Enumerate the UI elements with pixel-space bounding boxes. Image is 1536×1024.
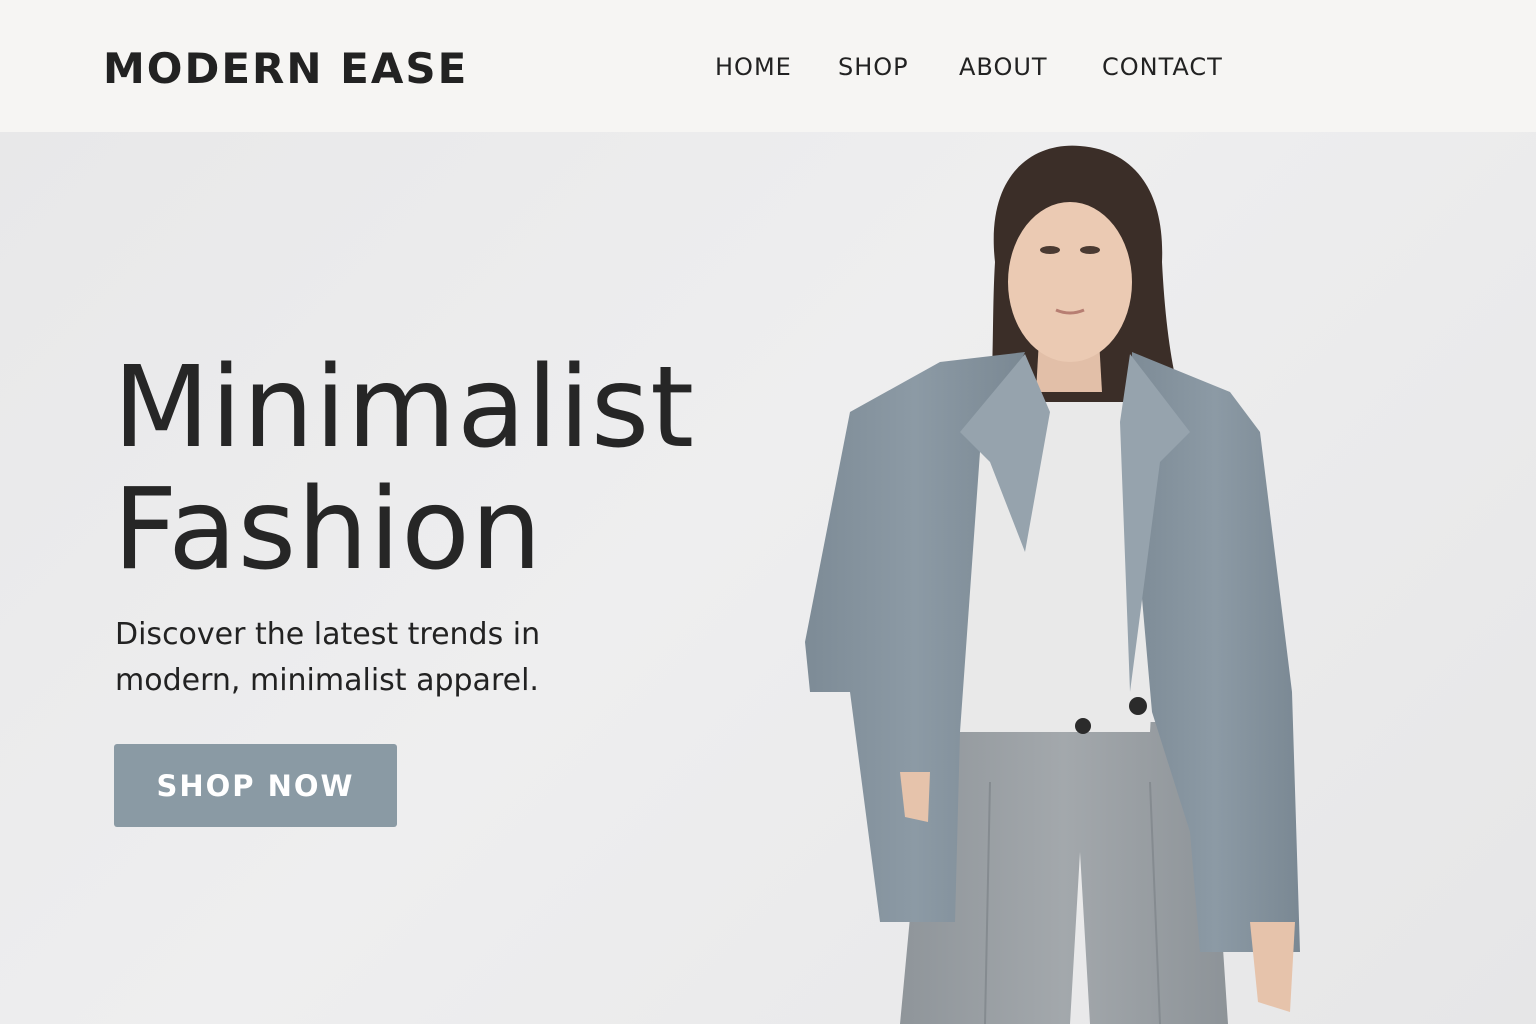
- site-header: MODERN EASE HOME SHOP ABOUT CONTACT: [0, 0, 1536, 132]
- nav-home[interactable]: HOME: [715, 53, 792, 81]
- nav-contact[interactable]: CONTACT: [1102, 53, 1223, 81]
- hero-subtitle: Discover the latest trends in modern, mi…: [115, 617, 541, 698]
- brand-logo[interactable]: MODERN EASE: [103, 44, 468, 93]
- hero-headline-line-1: Minimalist: [113, 343, 696, 473]
- hero-headline: Minimalist Fashion: [113, 347, 695, 591]
- model-photo: [805, 145, 1300, 1024]
- hero-section: Minimalist Fashion Discover the latest t…: [0, 132, 1536, 1024]
- nav-about[interactable]: ABOUT: [959, 53, 1048, 81]
- nav-shop[interactable]: SHOP: [838, 53, 909, 81]
- hero-headline-line-2: Fashion: [113, 465, 543, 595]
- shop-now-button[interactable]: SHOP NOW: [114, 744, 397, 827]
